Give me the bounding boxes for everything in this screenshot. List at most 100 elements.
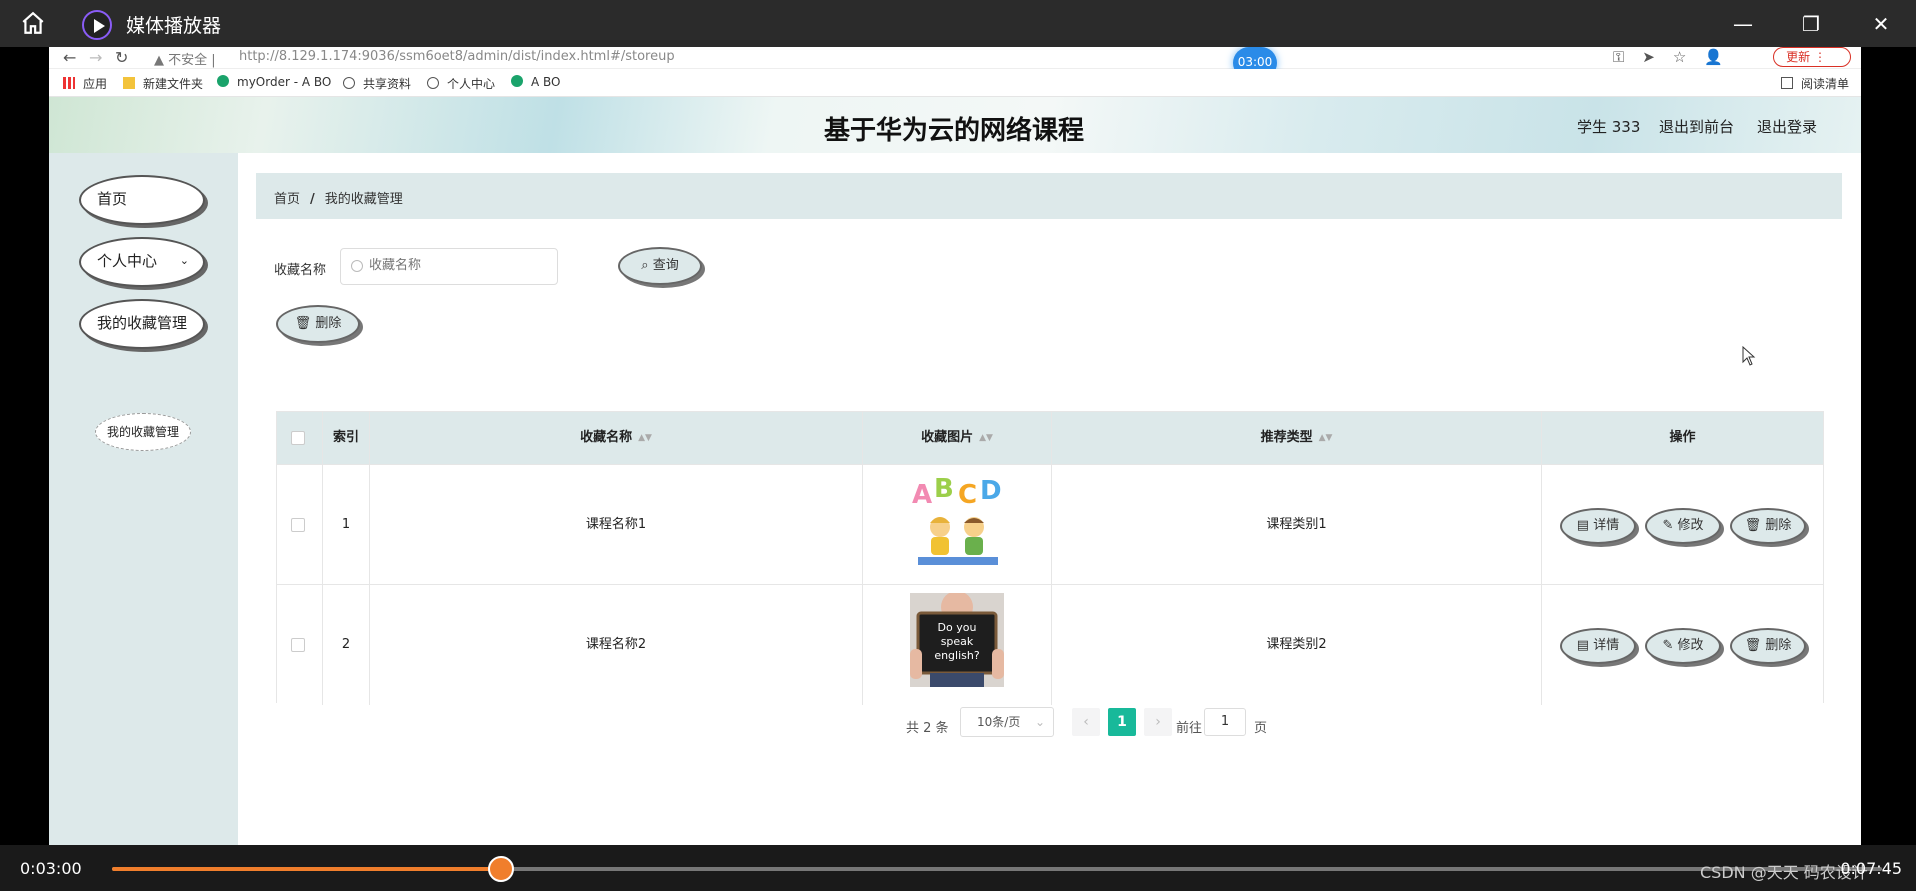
pencil-icon: ✎ (1662, 638, 1674, 653)
reading-list-label: 阅读清单 (1801, 77, 1850, 91)
bookmark-myorder[interactable]: myOrder - A BO (217, 75, 331, 89)
delete-button[interactable]: 🗑 删除 (1730, 628, 1806, 664)
url-text[interactable]: http://8.129.1.174:9036/ssm6oet8/admin/d… (239, 49, 675, 64)
detail-button[interactable]: ▤ 详情 (1560, 508, 1636, 544)
folder-icon (123, 77, 135, 89)
chevron-down-icon: ⌄ (179, 254, 189, 267)
detail-label: 详情 (1593, 638, 1620, 653)
delete-label: 删除 (1765, 638, 1792, 653)
bookmark-new-folder[interactable]: 新建文件夹 (123, 75, 203, 92)
delete-button[interactable]: 🗑 删除 (1730, 508, 1806, 544)
bookmark-personal[interactable]: 个人中心 (427, 75, 495, 92)
send-icon[interactable]: ➤ (1642, 48, 1673, 66)
home-icon[interactable] (20, 10, 46, 36)
bookmark-shared[interactable]: 共享资料 (343, 75, 411, 92)
svg-text:C: C (958, 480, 977, 510)
reading-list[interactable]: 阅读清单 (1781, 75, 1849, 92)
search-field[interactable] (340, 248, 558, 285)
batch-delete-button[interactable]: 🗑 删除 (276, 305, 360, 343)
header-type[interactable]: 推荐类型 ▲▼ (1052, 412, 1542, 464)
header-image[interactable]: 收藏图片 ▲▼ (863, 412, 1052, 464)
bookmark-apps[interactable]: 应用 (63, 75, 107, 92)
search-icon: ⌕ (641, 258, 649, 273)
search-label: 收藏名称 (274, 263, 327, 278)
sidebar-item-personal-center[interactable]: 个人中心 ⌄ (79, 237, 205, 287)
seek-bar-handle[interactable] (488, 856, 515, 882)
app-title: 基于华为云的网络课程 (824, 116, 1085, 146)
to-front-link[interactable]: 退出到前台 (1659, 116, 1734, 137)
svg-text:english?: english? (934, 649, 980, 662)
browser-window: ← → ↻ ▲ 不安全 | http://8.129.1.174:9036/ss… (49, 47, 1861, 845)
security-indicator[interactable]: ▲ 不安全 | (154, 49, 216, 68)
goto-label: 前往 (1176, 721, 1203, 736)
header-name-label: 收藏名称 (580, 430, 633, 445)
edit-label: 修改 (1677, 518, 1704, 533)
edit-button[interactable]: ✎ 修改 (1645, 628, 1721, 664)
edit-label: 修改 (1677, 638, 1704, 653)
row-type: 课程类别1 (1052, 465, 1542, 585)
svg-text:B: B (934, 474, 954, 504)
site-icon (511, 75, 523, 87)
header-image-label: 收藏图片 (921, 430, 974, 445)
sidebar-item-label: 首页 (97, 190, 128, 208)
minimize-icon[interactable]: — (1730, 12, 1756, 36)
row-select-cell (277, 585, 323, 705)
bookmark-abo[interactable]: A BO (511, 75, 561, 89)
globe-icon (427, 77, 439, 89)
media-player-controls: 0:03:00 CSDN @天天 码农设计 0:07:45 (0, 845, 1916, 891)
header-index: 索引 (323, 412, 370, 464)
trash-icon: 🗑 (1744, 638, 1762, 653)
update-button[interactable]: 更新 ⋮ (1773, 47, 1851, 67)
breadcrumb: 首页 / 我的收藏管理 (256, 173, 1842, 219)
address-bar: ← → ↻ ▲ 不安全 | http://8.129.1.174:9036/ss… (49, 47, 1861, 69)
profile-icon[interactable]: 👤 (1704, 48, 1741, 66)
key-icon[interactable]: ⚿ (1613, 48, 1642, 66)
address-bar-actions: ⚿➤☆👤 (1613, 48, 1741, 66)
sidebar-item-label: 我的收藏管理 (97, 314, 188, 332)
sort-icon[interactable]: ▲▼ (979, 412, 993, 464)
row-checkbox[interactable] (291, 638, 305, 652)
prev-page-button[interactable]: ‹ (1072, 708, 1100, 736)
sidebar-subitem-favorites[interactable]: 我的收藏管理 (95, 413, 191, 451)
forward-icon[interactable]: → (89, 48, 102, 67)
seek-bar[interactable] (112, 856, 1882, 882)
back-icon[interactable]: ← (63, 48, 76, 67)
query-button-label: 查询 (652, 258, 679, 273)
sort-icon[interactable]: ▲▼ (638, 412, 652, 464)
row-checkbox[interactable] (291, 518, 305, 532)
row-index: 2 (323, 585, 370, 705)
sidebar-item-home[interactable]: 首页 (79, 175, 205, 225)
sidebar: 首页 个人中心 ⌄ 我的收藏管理 我的收藏管理 (49, 153, 238, 845)
page-unit-label: 页 (1254, 721, 1268, 736)
select-all-checkbox[interactable] (291, 431, 305, 445)
breadcrumb-home[interactable]: 首页 (274, 192, 300, 207)
close-icon[interactable]: ✕ (1868, 12, 1894, 36)
query-button[interactable]: ⌕ 查询 (618, 247, 702, 285)
row-image-cell: A B C D (863, 465, 1052, 585)
next-page-button[interactable]: › (1144, 708, 1172, 736)
table-row: 1 课程名称1 A B C D 课程类别1 ▤ 详情 ✎ 修改 🗑 删除 (277, 464, 1823, 585)
abcd-kids-image: A B C D (910, 473, 1004, 567)
document-icon: ▤ (1576, 518, 1590, 533)
reload-icon[interactable]: ↻ (115, 48, 128, 67)
page-size-value: 10条/页 (977, 715, 1021, 729)
edit-button[interactable]: ✎ 修改 (1645, 508, 1721, 544)
logout-link[interactable]: 退出登录 (1757, 116, 1817, 137)
star-icon[interactable]: ☆ (1673, 48, 1704, 66)
sort-icon[interactable]: ▲▼ (1319, 412, 1333, 464)
page-button-current[interactable]: 1 (1108, 708, 1136, 736)
header-name[interactable]: 收藏名称 ▲▼ (370, 412, 863, 464)
row-actions: ▤ 详情 ✎ 修改 🗑 删除 (1542, 585, 1823, 705)
page-size-select[interactable]: 10条/页 ⌄ (960, 707, 1054, 737)
current-user: 学生 333 (1577, 118, 1641, 136)
sidebar-item-favorites[interactable]: 我的收藏管理 (79, 299, 205, 349)
row-name: 课程名称2 (370, 585, 863, 705)
search-input[interactable] (369, 258, 549, 273)
row-image-cell: Do you speak english? (863, 585, 1052, 705)
row-index: 1 (323, 465, 370, 585)
restore-icon[interactable]: ❐ (1798, 12, 1824, 36)
table-row: 2 课程名称2 Do you speak english? 课程类别2 ▤ 详情… (277, 584, 1823, 705)
detail-button[interactable]: ▤ 详情 (1560, 628, 1636, 664)
breadcrumb-separator: / (310, 192, 315, 207)
goto-page-input[interactable]: 1 (1204, 708, 1246, 736)
